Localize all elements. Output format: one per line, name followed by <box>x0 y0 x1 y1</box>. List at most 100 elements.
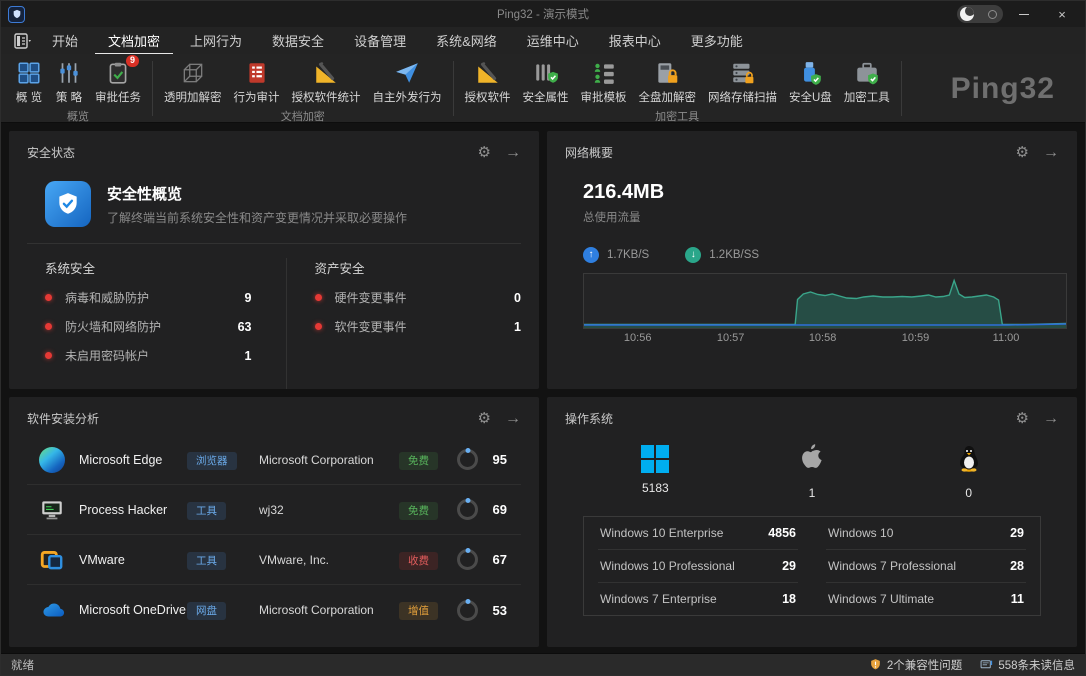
price-badge: 免费 <box>399 452 438 470</box>
list-item[interactable]: 病毒和威胁防护 9 <box>45 289 252 306</box>
overview-grid-icon <box>15 59 43 87</box>
software-row[interactable]: Microsoft Edge 浏览器 Microsoft Corporation… <box>27 435 521 485</box>
category-badge: 工具 <box>187 502 226 520</box>
list-item[interactable]: 软件变更事件 1 <box>315 318 522 335</box>
ribbon-overview-button[interactable]: 概 览 <box>9 56 49 106</box>
table-row: Windows 10 Enterprise 4856 Windows 10 29 <box>584 517 1040 550</box>
ribbon-behavior-audit-button[interactable]: 行为审计 <box>228 56 286 106</box>
message-icon <box>980 658 993 671</box>
os-table-cell[interactable]: Windows 10 Enterprise 4856 <box>598 517 798 550</box>
close-button[interactable]: × <box>1045 2 1079 26</box>
software-row[interactable]: Process Hacker 工具 wj32 免费 69 <box>27 485 521 535</box>
tab-doc-encrypt[interactable]: 文档加密 <box>95 27 173 55</box>
ribbon-separator <box>152 61 153 116</box>
panel-title: 软件安装分析 <box>27 410 99 427</box>
os-table-cell[interactable]: Windows 7 Ultimate 11 <box>826 583 1026 615</box>
list-item[interactable]: 硬件变更事件 0 <box>315 289 522 306</box>
ribbon-policy-button[interactable]: 策 略 <box>49 56 89 106</box>
tab-ops-center[interactable]: 运维中心 <box>514 27 592 55</box>
theme-toggle[interactable] <box>957 5 1003 23</box>
goto-arrow-icon[interactable]: → <box>1043 145 1059 161</box>
tab-device-mgmt[interactable]: 设备管理 <box>341 27 419 55</box>
file-menu-icon[interactable] <box>11 31 35 51</box>
goto-arrow-icon[interactable]: → <box>505 145 521 161</box>
ribbon-transparent-encrypt-button[interactable]: 透明加解密 <box>158 56 228 106</box>
list-item[interactable]: 防火墙和网络防护 63 <box>45 318 252 335</box>
os-table-cell[interactable]: Windows 7 Enterprise 18 <box>598 583 798 615</box>
alert-dot-icon <box>45 294 52 301</box>
panel-title: 操作系统 <box>565 410 613 427</box>
total-traffic-value: 216.4MB <box>547 167 1077 204</box>
platform-count: 0 <box>965 486 972 500</box>
network-traffic-chart: 10:56 10:57 10:58 10:59 11:00 <box>583 273 1067 348</box>
software-row[interactable]: VMware 工具 VMware, Inc. 收费 67 <box>27 535 521 585</box>
settings-gear-icon[interactable]: ⚙ <box>478 145 491 160</box>
linux-tux-icon <box>957 443 981 478</box>
sliders-icon <box>55 59 83 87</box>
ribbon-approval-tasks-button[interactable]: 9 审批任务 <box>89 56 147 106</box>
settings-gear-icon[interactable]: ⚙ <box>1016 411 1029 426</box>
platform-count: 1 <box>809 486 816 500</box>
titlebar: Ping32 - 演示模式 × <box>1 1 1085 27</box>
category-badge: 工具 <box>187 552 226 570</box>
ribbon-network-storage-scan-button[interactable]: 网络存储扫描 <box>702 56 783 106</box>
upload-rate-chip: ↑ 1.7KB/S <box>583 247 649 263</box>
hero-subtitle: 了解终端当前系统安全性和资产变更情况并采取必要操作 <box>107 209 407 226</box>
window-title: Ping32 - 演示模式 <box>1 6 1085 22</box>
paper-plane-icon <box>393 59 421 87</box>
ribbon-toolbar: 概 览 策 略 9 审批任务 概览 <box>1 54 1085 123</box>
apple-platform: 1 <box>734 443 891 500</box>
tab-report-center[interactable]: 报表中心 <box>596 27 674 55</box>
goto-arrow-icon[interactable]: → <box>505 411 521 427</box>
alert-dot-icon <box>45 352 52 359</box>
process-hacker-app-icon <box>39 497 79 523</box>
network-chart-svg <box>584 274 1066 328</box>
ribbon-secure-usb-button[interactable]: 安全U盘 <box>783 56 838 106</box>
os-table-cell[interactable]: Windows 7 Professional 28 <box>826 550 1026 583</box>
windows-platform: 5183 <box>577 443 734 500</box>
tab-system-network[interactable]: 系统&网络 <box>423 27 510 55</box>
ribbon-approval-template-button[interactable]: 审批模板 <box>575 56 633 106</box>
total-traffic-label: 总使用流量 <box>547 204 1077 225</box>
wireframe-cube-icon <box>179 59 207 87</box>
compat-warning[interactable]: 2个兼容性问题 <box>869 657 962 673</box>
ribbon-authorized-software-stats-button[interactable]: 授权软件统计 <box>286 56 367 106</box>
settings-gear-icon[interactable]: ⚙ <box>1016 145 1029 160</box>
tab-web-behavior[interactable]: 上网行为 <box>177 27 255 55</box>
ribbon-full-disk-encrypt-button[interactable]: 全盘加解密 <box>633 56 703 106</box>
score-ring-icon <box>457 600 478 621</box>
menubar: 开始 文档加密 上网行为 数据安全 设备管理 系统&网络 运维中心 报表中心 更… <box>1 27 1085 54</box>
table-row: Windows 7 Enterprise 18 Windows 7 Ultima… <box>584 583 1040 615</box>
ribbon-outgoing-behavior-button[interactable]: 自主外发行为 <box>367 56 448 106</box>
os-versions-table: Windows 10 Enterprise 4856 Windows 10 29… <box>583 516 1041 616</box>
approval-badge: 9 <box>126 55 139 67</box>
ribbon-authorized-software-button[interactable]: 授权软件 <box>459 56 517 106</box>
ribbon-encrypt-tools-button[interactable]: 加密工具 <box>838 56 896 106</box>
tab-more-features[interactable]: 更多功能 <box>678 27 756 55</box>
tab-data-security[interactable]: 数据安全 <box>259 27 337 55</box>
minimize-button[interactable] <box>1007 2 1041 26</box>
score-ring-icon <box>457 499 478 520</box>
table-row: Windows 10 Professional 29 Windows 7 Pro… <box>584 550 1040 583</box>
os-table-cell[interactable]: Windows 10 Professional 29 <box>598 550 798 583</box>
approval-clipboard-icon: 9 <box>104 59 132 87</box>
apple-logo-icon <box>799 443 825 478</box>
sun-icon <box>988 10 997 19</box>
price-badge: 免费 <box>399 502 438 520</box>
ribbon-security-attributes-button[interactable]: 安全属性 <box>517 56 575 106</box>
ribbon-group-encrypt-tools: 授权软件 安全属性 审批模板 <box>459 56 896 122</box>
score-value: 53 <box>493 603 515 618</box>
score-ring-icon <box>457 449 478 470</box>
list-item[interactable]: 未启用密码帐户 1 <box>45 347 252 364</box>
software-row[interactable]: Microsoft OneDrive 网盘 Microsoft Corporat… <box>27 585 521 635</box>
settings-gear-icon[interactable]: ⚙ <box>478 411 491 426</box>
alert-dot-icon <box>315 323 322 330</box>
unread-messages[interactable]: 558条未读信息 <box>980 657 1075 673</box>
os-table-cell[interactable]: Windows 10 29 <box>826 517 1026 550</box>
tab-start[interactable]: 开始 <box>39 27 91 55</box>
security-status-panel: 安全状态 ⚙ → 安全性概览 了解终端当前系统安全性和资产变更情况并采取必要操作 <box>9 131 539 389</box>
org-template-icon <box>590 59 618 87</box>
briefcase-shield-icon <box>853 59 881 87</box>
panel-title: 网络概要 <box>565 144 613 161</box>
goto-arrow-icon[interactable]: → <box>1043 411 1059 427</box>
